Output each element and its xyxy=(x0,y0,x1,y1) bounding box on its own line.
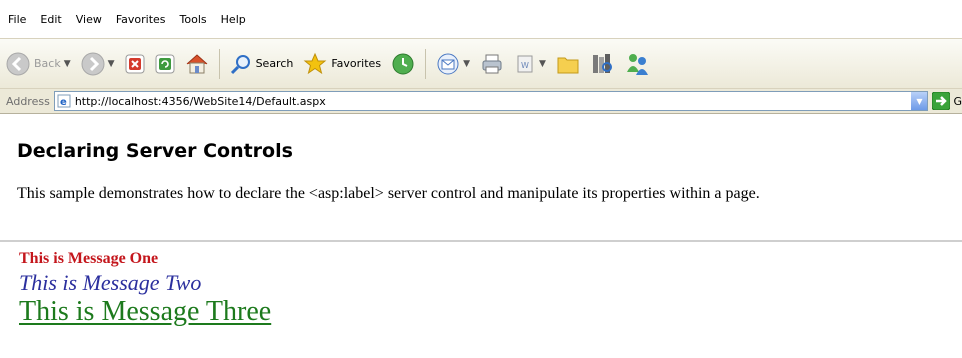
messenger-icon xyxy=(626,53,648,75)
address-bar: Address e http://localhost:4356/WebSite1… xyxy=(0,88,962,114)
go-label: G xyxy=(953,94,962,108)
favorites-button[interactable]: Favorites xyxy=(303,47,381,81)
edit-dropdown-icon[interactable]: ▼ xyxy=(539,59,546,69)
go-arrow-icon xyxy=(932,92,951,110)
page-title: Declaring Server Controls xyxy=(17,140,293,162)
page-content: Declaring Server Controls This sample de… xyxy=(0,114,962,358)
page-description: This sample demonstrates how to declare … xyxy=(17,185,760,202)
search-label: Search xyxy=(255,57,294,70)
forward-dropdown-icon[interactable]: ▼ xyxy=(108,59,115,69)
address-label: Address xyxy=(6,94,50,108)
mail-dropdown-icon[interactable]: ▼ xyxy=(463,59,470,69)
messenger-button[interactable] xyxy=(624,47,650,81)
ie-page-icon: e xyxy=(57,94,71,108)
home-icon xyxy=(186,53,207,73)
print-icon xyxy=(482,54,502,73)
back-label: Back xyxy=(34,57,61,70)
edit-button[interactable]: W ▼ xyxy=(514,47,546,81)
stop-button[interactable] xyxy=(125,47,145,81)
discuss-button[interactable] xyxy=(556,47,580,81)
research-icon xyxy=(592,53,612,73)
forward-arrow-icon xyxy=(81,52,105,75)
menu-edit[interactable]: Edit xyxy=(40,13,61,26)
search-button[interactable]: Search xyxy=(230,47,294,81)
refresh-icon xyxy=(155,54,175,73)
standard-toolbar: Back ▼ ▼ Search Favorites ▼ W ▼ xyxy=(0,38,962,88)
message-one-label: This is Message One xyxy=(19,250,159,267)
message-two-label: This is Message Two xyxy=(19,270,202,295)
print-button[interactable] xyxy=(480,47,504,81)
address-url[interactable]: http://localhost:4356/WebSite14/Default.… xyxy=(75,95,326,108)
toolbar-separator xyxy=(218,48,220,79)
home-button[interactable] xyxy=(185,47,209,81)
stop-icon xyxy=(125,54,145,73)
menu-file[interactable]: File xyxy=(8,13,26,26)
back-arrow-icon xyxy=(6,52,30,75)
menu-tools[interactable]: Tools xyxy=(180,13,207,26)
menu-favorites[interactable]: Favorites xyxy=(116,13,166,26)
research-button[interactable] xyxy=(590,47,614,81)
favorites-star-icon xyxy=(303,52,327,74)
mail-button[interactable]: ▼ xyxy=(436,47,470,81)
menu-bar: File Edit View Favorites Tools Help xyxy=(0,0,962,38)
forward-button[interactable]: ▼ xyxy=(81,47,115,81)
horizontal-rule xyxy=(0,240,962,242)
menu-help[interactable]: Help xyxy=(221,13,246,26)
toolbar-separator xyxy=(425,48,427,79)
folder-icon xyxy=(557,57,579,73)
mail-icon xyxy=(437,53,459,74)
refresh-button[interactable] xyxy=(155,47,175,81)
history-icon xyxy=(392,53,414,74)
svg-text:e: e xyxy=(60,97,67,108)
back-button[interactable]: Back ▼ xyxy=(6,47,71,81)
history-button[interactable] xyxy=(391,47,415,81)
message-three-label: This is Message Three xyxy=(19,296,272,327)
search-icon xyxy=(230,54,250,74)
back-dropdown-icon[interactable]: ▼ xyxy=(64,59,71,69)
go-button[interactable]: G xyxy=(932,92,962,110)
address-input[interactable]: e http://localhost:4356/WebSite14/Defaul… xyxy=(53,91,929,111)
address-dropdown-icon[interactable]: ▼ xyxy=(910,92,928,110)
edit-icon: W xyxy=(517,55,533,72)
svg-text:W: W xyxy=(521,61,529,70)
favorites-label: Favorites xyxy=(331,57,382,70)
menu-view[interactable]: View xyxy=(76,13,102,26)
